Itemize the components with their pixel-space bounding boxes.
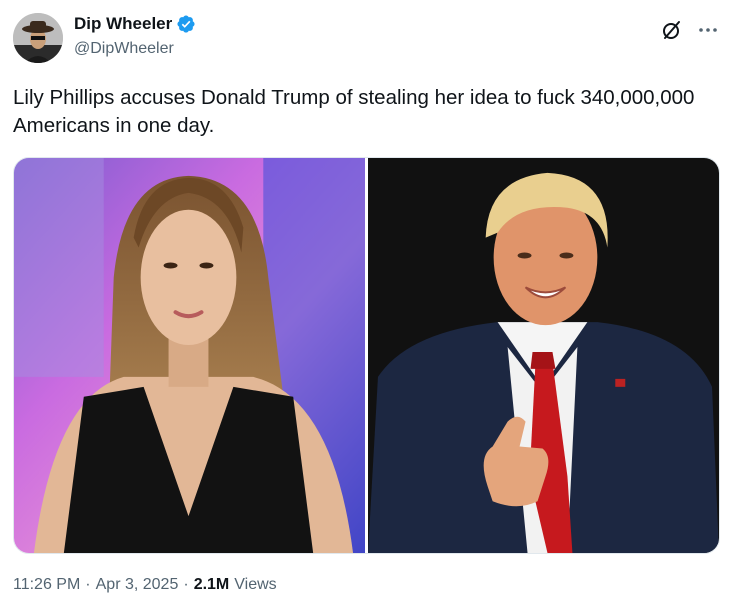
separator-dot: · [85,576,91,593]
avatar[interactable] [13,13,63,63]
more-icon[interactable] [696,18,720,42]
grok-icon[interactable] [660,18,684,42]
photo-woman-image [14,158,365,553]
avatar-image [13,13,63,63]
user-handle[interactable]: @DipWheeler [74,40,174,58]
media-grid [13,157,720,554]
display-name[interactable]: Dip Wheeler [74,14,172,34]
tweet-text: Lily Phillips accuses Donald Trump of st… [13,86,695,137]
photo-man-image [368,158,719,553]
separator-dot: · [183,576,189,593]
views-label: Views [234,576,277,593]
tweet-card: Dip Wheeler @DipWheeler Lily Phillips ac… [0,0,731,608]
views-count[interactable]: 2.1M [194,576,230,594]
photo-man-thumbs-up[interactable] [368,158,719,553]
tweet-time[interactable]: 11:26 PM [13,576,80,594]
verified-badge-icon [176,14,196,34]
tweet-meta: 11:26 PM · Apr 3, 2025 · 2.1M Views [13,576,277,594]
photo-woman[interactable] [14,158,365,553]
tweet-date[interactable]: Apr 3, 2025 [96,576,179,594]
